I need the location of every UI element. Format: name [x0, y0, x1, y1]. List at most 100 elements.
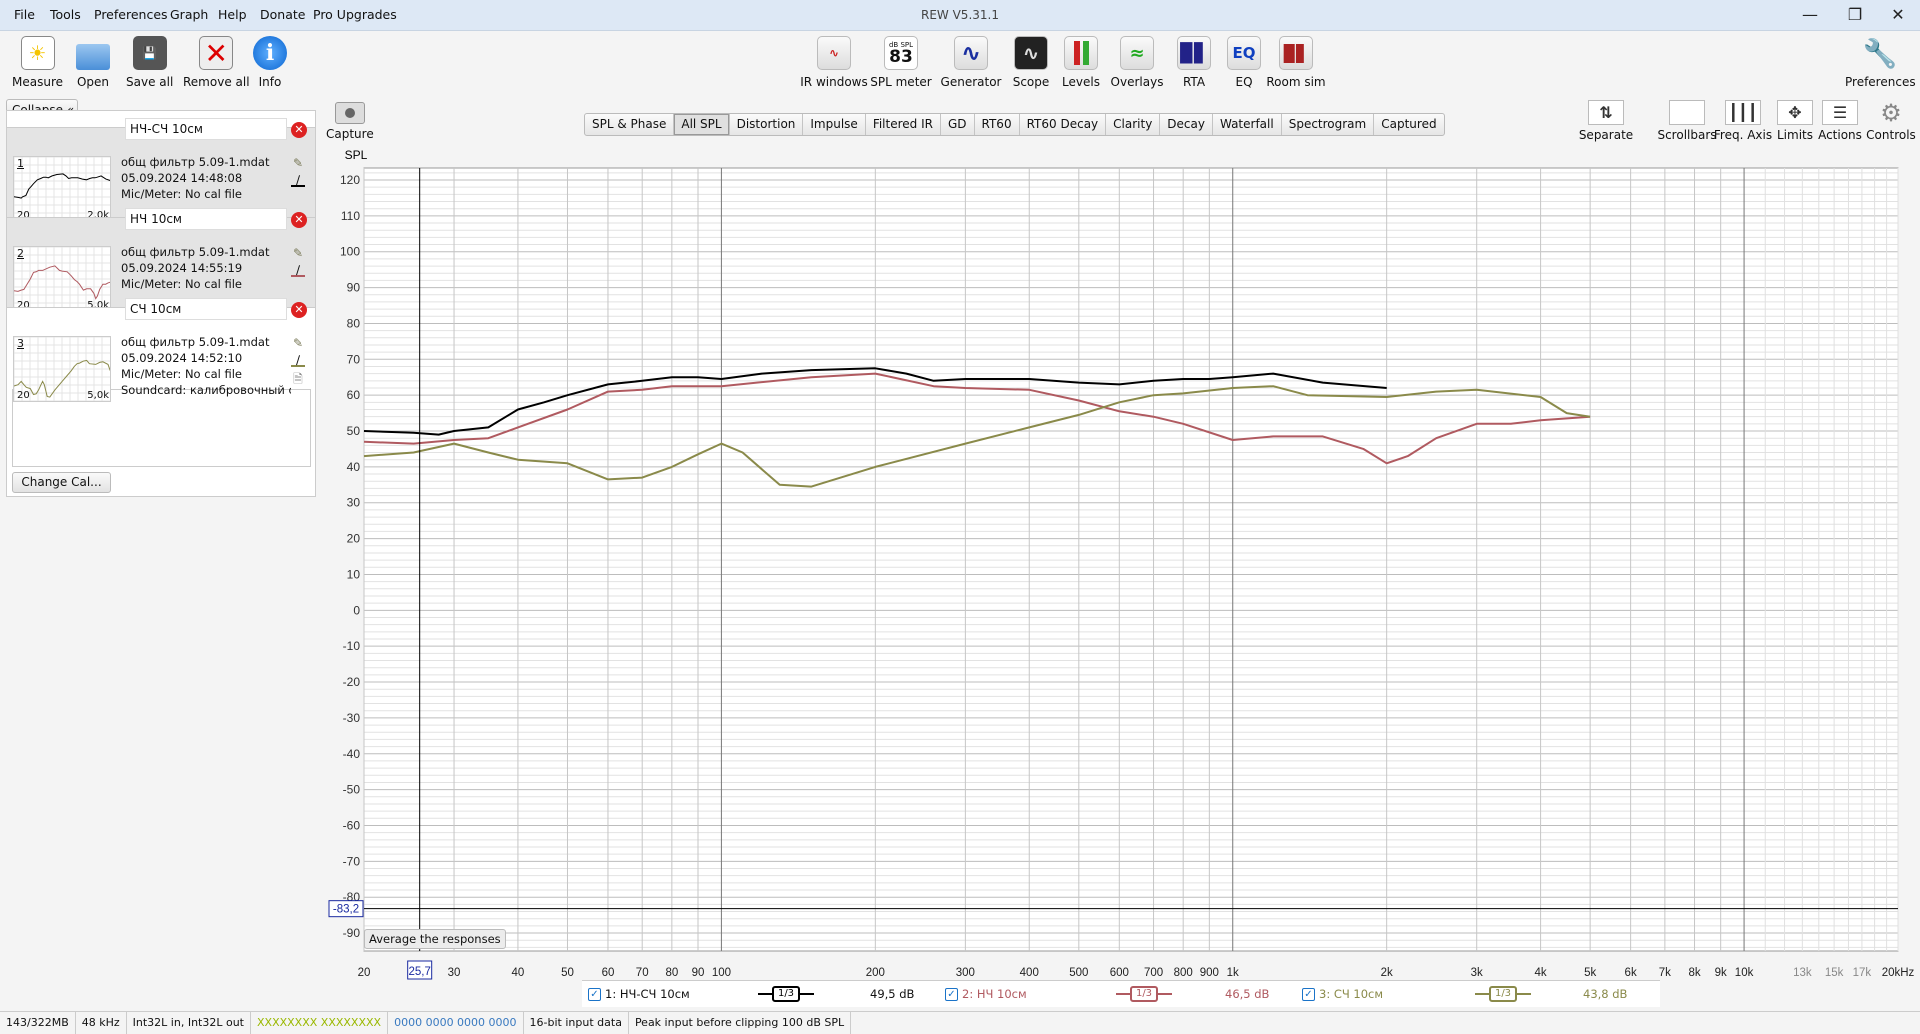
save-all-button[interactable]: 💾 Save all	[126, 36, 173, 89]
levels-button[interactable]: Levels	[1049, 36, 1113, 89]
x-tick-label: 6k	[1625, 967, 1637, 979]
edit-info-icon[interactable]: ✎	[291, 246, 305, 260]
thumb-min: 20	[17, 390, 30, 401]
scope-icon: ∿	[1014, 36, 1048, 70]
overlays-button[interactable]: ≈ Overlays	[1105, 36, 1169, 89]
maximize-button[interactable]: ❐	[1835, 4, 1875, 26]
notes-icon[interactable]: 🗎	[291, 370, 305, 386]
line-color-icon[interactable]: ∕	[291, 173, 305, 187]
measurement-soundcard: Soundcard: калибровочный с	[121, 383, 291, 397]
status-field: XXXXXXXX XXXXXXXX	[251, 1012, 389, 1034]
remove-measurement-icon[interactable]: ✕	[291, 302, 307, 318]
open-button[interactable]: Open	[76, 36, 110, 89]
control-label: Actions	[1818, 128, 1862, 142]
tool-label: SPL meter	[870, 75, 932, 89]
menu-help[interactable]: Help	[218, 7, 247, 22]
measurement-name-input[interactable]: СЧ 10см	[125, 298, 287, 320]
remove-measurement-icon[interactable]: ✕	[291, 212, 307, 228]
average-responses-button[interactable]: Average the responses	[364, 929, 506, 949]
checkbox-checked-icon[interactable]: ✓	[588, 988, 601, 1001]
y-tick-label: 100	[340, 245, 360, 259]
minimize-button[interactable]: —	[1790, 4, 1830, 26]
tab-spl-phase[interactable]: SPL & Phase	[585, 114, 675, 135]
scrollbars-button[interactable]: Scrollbars	[1657, 100, 1717, 142]
smoothing-button[interactable]: 1/3	[1130, 986, 1158, 1002]
status-field: 16-bit input data	[524, 1012, 629, 1034]
legend-item-2[interactable]: ✓ 2: НЧ 10см	[945, 987, 1027, 1001]
controls-button[interactable]: ⚙ Controls	[1861, 99, 1920, 143]
spl-value: 83	[889, 47, 913, 67]
edit-info-icon[interactable]: ✎	[291, 156, 305, 170]
spl-meter-button[interactable]: dB SPL 83 SPL meter	[869, 36, 933, 89]
tab-rt60-decay[interactable]: RT60 Decay	[1020, 114, 1107, 135]
y-axis-label: SPL	[345, 148, 368, 162]
smoothing-button[interactable]: 1/3	[1489, 986, 1517, 1002]
measurement-mic: Mic/Meter: No cal file	[121, 277, 242, 291]
y-tick-label: -90	[343, 926, 361, 940]
measurement-thumbnail[interactable]: 2 20 5,0k	[13, 246, 111, 312]
ir-windows-icon: ∿	[817, 36, 851, 70]
room-sim-button[interactable]: ▉▋ Room sim	[1264, 36, 1328, 89]
remove-measurement-icon[interactable]: ✕	[291, 122, 307, 138]
legend-item-1[interactable]: ✓ 1: НЧ-СЧ 10см	[588, 987, 690, 1001]
smoothing-button[interactable]: 1/3	[772, 986, 800, 1002]
separate-button[interactable]: ⇅ Separate	[1576, 100, 1636, 142]
menu-pro-upgrades[interactable]: Pro Upgrades	[313, 7, 397, 22]
measurement-name-input[interactable]: НЧ-СЧ 10см	[125, 118, 287, 140]
tab-decay[interactable]: Decay	[1160, 114, 1213, 135]
legend-value: 43,8 dB	[1583, 987, 1628, 1001]
menu-donate[interactable]: Donate	[260, 7, 305, 22]
preferences-button[interactable]: 🔧 Preferences	[1845, 36, 1916, 90]
info-button[interactable]: i Info	[253, 36, 287, 89]
tab-all-spl[interactable]: All SPL	[674, 114, 730, 135]
x-tick-label: 40	[512, 967, 525, 979]
capture-button[interactable]: Capture	[326, 102, 374, 141]
tab-rt60[interactable]: RT60	[975, 114, 1020, 135]
tool-label: EQ	[1235, 75, 1253, 89]
menu-graph[interactable]: Graph	[170, 7, 208, 22]
wrench-icon: 🔧	[1862, 36, 1898, 70]
remove-all-button[interactable]: ✕ Remove all	[183, 36, 250, 89]
tab-spectrogram[interactable]: Spectrogram	[1282, 114, 1375, 135]
ir-windows-button[interactable]: ∿ IR windows	[800, 36, 868, 89]
x-tick-label: 800	[1174, 967, 1193, 979]
control-label: Scrollbars	[1657, 128, 1717, 142]
change-cal-button[interactable]: Change Cal...	[12, 472, 111, 493]
measurement-thumbnail[interactable]: 1 20 2,0k	[13, 156, 111, 222]
menu-tools[interactable]: Tools	[50, 7, 81, 22]
spl-graph[interactable]: 1201101009080706050403020100-10-20-30-40…	[320, 140, 1920, 980]
measurement-name-input[interactable]: НЧ 10см	[125, 208, 287, 230]
line-color-icon[interactable]: ∕	[291, 353, 305, 367]
tab-clarity[interactable]: Clarity	[1106, 114, 1161, 135]
tab-gd[interactable]: GD	[941, 114, 975, 135]
legend-item-3[interactable]: ✓ 3: СЧ 10см	[1302, 987, 1383, 1001]
tab-distortion[interactable]: Distortion	[730, 114, 804, 135]
menu-file[interactable]: File	[14, 7, 35, 22]
measurement-card[interactable]: СЧ 10см ✕ 3 20 5,0k общ фильтр 5.09-1.mdat 05.…	[6, 298, 316, 402]
tab-filtered-ir[interactable]: Filtered IR	[866, 114, 941, 135]
measure-button[interactable]: ☀ Measure	[12, 36, 63, 89]
y-tick-label: -20	[343, 675, 361, 689]
checkbox-checked-icon[interactable]: ✓	[1302, 988, 1315, 1001]
freq-axis-button[interactable]: ┃┃┃ Freq. Axis	[1713, 100, 1773, 142]
tab-waterfall[interactable]: Waterfall	[1213, 114, 1282, 135]
measurement-mic: Mic/Meter: No cal file	[121, 367, 242, 381]
tool-label: RTA	[1182, 75, 1206, 89]
measurement-thumbnail[interactable]: 3 20 5,0k	[13, 336, 111, 402]
status-field: 0000 0000 0000 0000	[388, 1012, 524, 1034]
edit-info-icon[interactable]: ✎	[291, 336, 305, 350]
y-tick-label: 90	[347, 281, 361, 295]
remove-icon: ✕	[199, 36, 234, 70]
generator-button[interactable]: ∿ Generator	[939, 36, 1003, 89]
x-tick-label: 500	[1069, 967, 1088, 979]
line-color-icon[interactable]: ∕	[291, 263, 305, 277]
legend-label: 2: НЧ 10см	[962, 987, 1027, 1001]
actions-icon: ☰	[1822, 100, 1858, 125]
tab-captured[interactable]: Captured	[1374, 114, 1443, 135]
x-tick-label: 70	[636, 967, 649, 979]
close-button[interactable]: ✕	[1878, 4, 1918, 26]
menu-preferences[interactable]: Preferences	[94, 7, 168, 22]
thumb-max: 5,0k	[87, 390, 109, 401]
checkbox-checked-icon[interactable]: ✓	[945, 988, 958, 1001]
tab-impulse[interactable]: Impulse	[803, 114, 866, 135]
